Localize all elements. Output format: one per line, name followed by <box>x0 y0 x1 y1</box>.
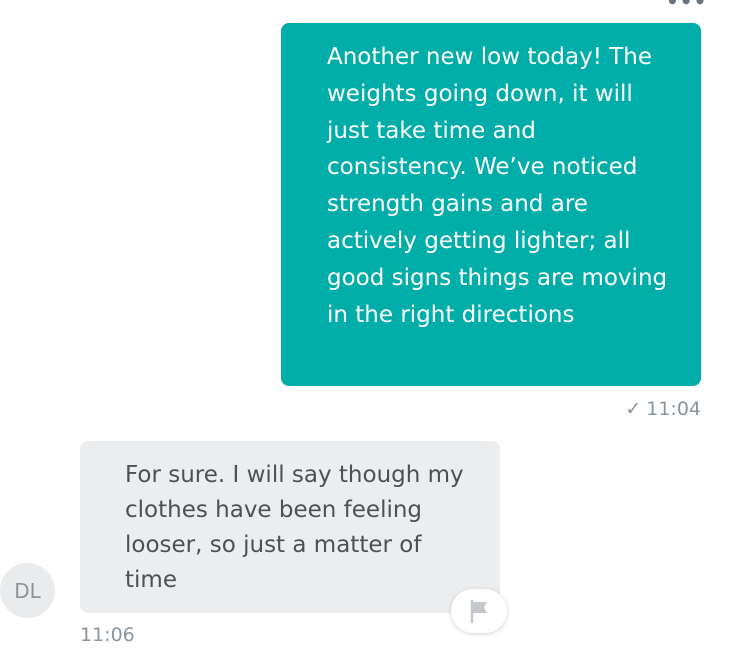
avatar[interactable]: DL <box>0 563 55 618</box>
checkmark-icon: ✓ <box>625 398 642 420</box>
incoming-message-bubble: For sure. I will say though my clothes h… <box>80 441 500 613</box>
outgoing-message-bubble: Another new low today! The weights going… <box>281 23 701 386</box>
outgoing-message-text: Another new low today! The weights going… <box>327 44 668 328</box>
avatar-initials: DL <box>14 578 41 603</box>
incoming-message-time: 11:06 <box>80 624 135 646</box>
flag-icon <box>470 599 487 623</box>
flag-button[interactable] <box>451 589 507 633</box>
incoming-message-text: For sure. I will say though my clothes h… <box>125 462 464 593</box>
more-options-icon[interactable]: ••• <box>666 0 707 11</box>
outgoing-message-time: 11:04 <box>646 398 701 420</box>
outgoing-message-meta: ✓ 11:04 <box>625 398 701 420</box>
